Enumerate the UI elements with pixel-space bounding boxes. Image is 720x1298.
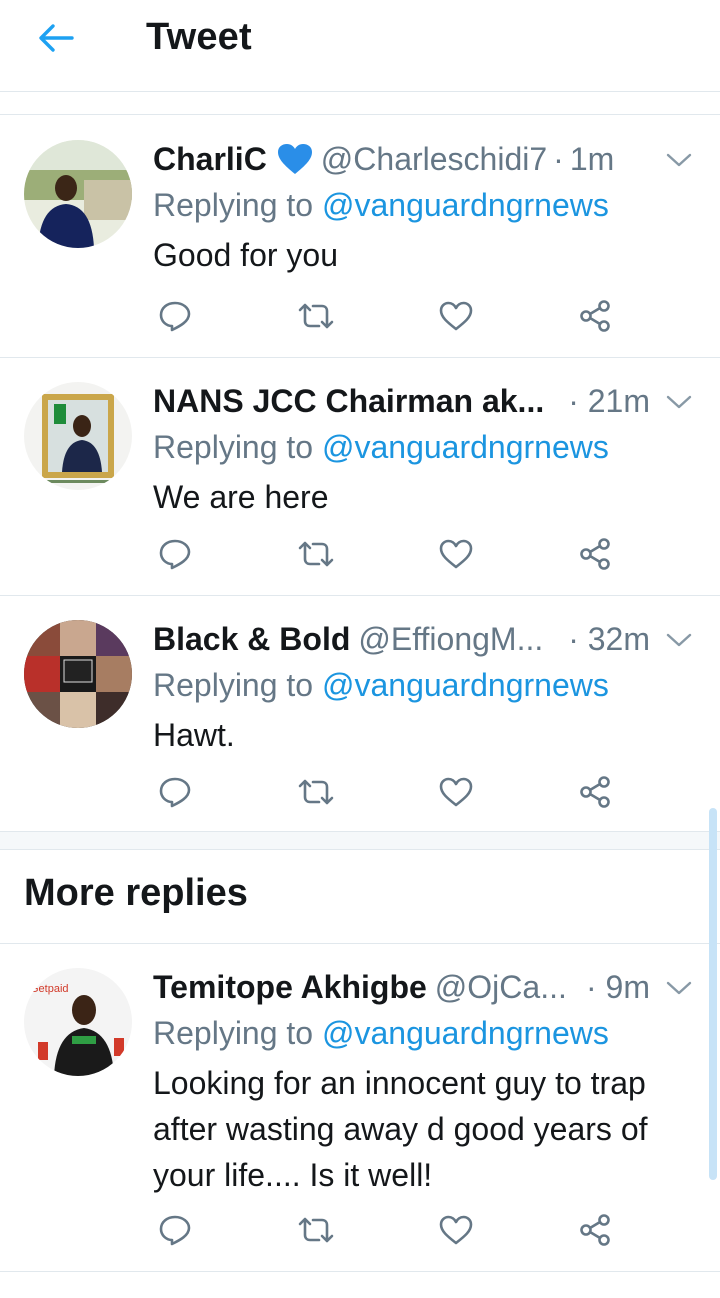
tweet-header: Temitope Akhigbe @OjCa...	[153, 966, 643, 1008]
section-divider	[0, 832, 720, 850]
tweet-text: Good for you	[153, 237, 338, 273]
avatar[interactable]	[24, 140, 132, 248]
heart-icon	[439, 777, 473, 812]
tweet-text: We are here	[153, 479, 329, 515]
top-app-bar: Tweet	[0, 0, 720, 92]
mention-link[interactable]: @vanguardngrnews	[322, 667, 609, 703]
replying-to-label: Replying to	[153, 187, 314, 223]
arrow-left-icon	[38, 23, 74, 58]
author-handle[interactable]: @Charleschidi7	[321, 138, 547, 180]
tweet-meta: · 9m	[586, 966, 650, 1008]
reply-button[interactable]	[155, 536, 195, 576]
heart-icon	[439, 1215, 473, 1250]
share-button[interactable]	[576, 298, 616, 338]
timestamp[interactable]: 1m	[570, 138, 614, 180]
author-name[interactable]: CharliC	[153, 138, 267, 180]
share-button[interactable]	[576, 536, 616, 576]
timestamp[interactable]: 9m	[606, 969, 650, 1005]
like-button[interactable]	[436, 1212, 476, 1252]
svg-text:Getpaid: Getpaid	[30, 983, 69, 995]
retweet-icon	[297, 1215, 335, 1250]
author-name[interactable]: Black & Bold	[153, 618, 350, 660]
tweet-actions	[155, 298, 625, 338]
mention-link[interactable]: @vanguardngrnews	[322, 1015, 609, 1051]
retweet-icon	[297, 301, 335, 336]
retweet-icon	[297, 539, 335, 574]
replying-to: Replying to @vanguardngrnews	[153, 664, 609, 706]
scrollbar[interactable]	[709, 808, 717, 1180]
retweet-button[interactable]	[296, 298, 336, 338]
tweet-meta: · 21m	[568, 380, 650, 422]
replying-to-label: Replying to	[153, 429, 314, 465]
reply-icon	[158, 775, 192, 814]
mention-link[interactable]: @vanguardngrnews	[322, 429, 609, 465]
avatar[interactable]	[24, 620, 132, 728]
reply-icon	[158, 1213, 192, 1252]
chevron-down-icon[interactable]	[666, 152, 692, 168]
separator-dot: ·	[553, 141, 564, 177]
replying-to-label: Replying to	[153, 667, 314, 703]
tweet-card[interactable]: CharliC @Charleschidi7 · 1m Replying to …	[0, 116, 720, 358]
heart-icon	[439, 301, 473, 336]
replying-to: Replying to @vanguardngrnews	[153, 1012, 609, 1054]
retweet-icon	[297, 777, 335, 812]
author-handle[interactable]: @OjCa...	[435, 966, 567, 1008]
share-button[interactable]	[576, 1212, 616, 1252]
retweet-button[interactable]	[296, 536, 336, 576]
share-icon	[579, 537, 613, 576]
page-title: Tweet	[146, 16, 252, 58]
tweet-text: Looking for an innocent guy to trap afte…	[153, 1065, 648, 1193]
back-button[interactable]	[30, 18, 82, 62]
separator-dot: ·	[568, 383, 579, 419]
retweet-button[interactable]	[296, 774, 336, 814]
tweet-text: Hawt.	[153, 717, 235, 753]
reply-button[interactable]	[155, 774, 195, 814]
retweet-button[interactable]	[296, 1212, 336, 1252]
blue-heart-icon	[277, 143, 313, 175]
tweet-card[interactable]: Getpaid Temitope Akhigbe @OjCa... · 9m R…	[0, 944, 720, 1272]
like-button[interactable]	[436, 774, 476, 814]
tweet-actions	[155, 774, 625, 814]
separator-dot: ·	[568, 621, 579, 657]
reply-button[interactable]	[155, 298, 195, 338]
separator-dot: ·	[586, 969, 597, 1005]
chevron-down-icon[interactable]	[666, 980, 692, 996]
author-name[interactable]: Temitope Akhigbe	[153, 966, 427, 1008]
tweet-actions	[155, 1212, 625, 1252]
reply-button[interactable]	[155, 1212, 195, 1252]
tweet-card[interactable]: NANS JCC Chairman ak... · 21m Replying t…	[0, 358, 720, 596]
replying-to-label: Replying to	[153, 1015, 314, 1051]
more-replies-heading: More replies	[24, 872, 248, 914]
share-icon	[579, 775, 613, 814]
tweet-card[interactable]: Black & Bold @EffiongM... · 32m Replying…	[0, 596, 720, 832]
reply-icon	[158, 537, 192, 576]
timestamp[interactable]: 21m	[588, 383, 650, 419]
tweet-header: CharliC @Charleschidi7 · 1m	[153, 138, 643, 180]
share-button[interactable]	[576, 774, 616, 814]
like-button[interactable]	[436, 298, 476, 338]
share-icon	[579, 299, 613, 338]
mention-link[interactable]: @vanguardngrnews	[322, 187, 609, 223]
divider-band	[0, 93, 720, 115]
avatar[interactable]	[24, 382, 132, 490]
heart-icon	[439, 539, 473, 574]
timestamp[interactable]: 32m	[588, 621, 650, 657]
tweet-actions	[155, 536, 625, 576]
chevron-down-icon[interactable]	[666, 632, 692, 648]
chevron-down-icon[interactable]	[666, 394, 692, 410]
like-button[interactable]	[436, 536, 476, 576]
reply-icon	[158, 299, 192, 338]
tweet-meta: · 32m	[568, 618, 650, 660]
replying-to: Replying to @vanguardngrnews	[153, 426, 609, 468]
avatar[interactable]: Getpaid	[24, 968, 132, 1076]
share-icon	[579, 1213, 613, 1252]
author-name[interactable]: NANS JCC Chairman ak...	[153, 380, 544, 422]
author-handle[interactable]: @EffiongM...	[358, 618, 543, 660]
replying-to: Replying to @vanguardngrnews	[153, 184, 609, 226]
